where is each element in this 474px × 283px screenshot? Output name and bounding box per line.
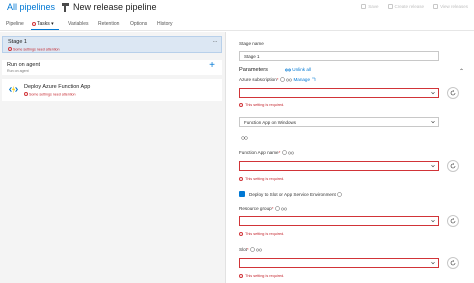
active-tab-indicator	[31, 29, 59, 30]
info-icon[interactable]	[275, 206, 280, 212]
view-releases-button[interactable]: View releases	[433, 4, 468, 9]
stage-settings-panel: Stage name Stage 1 Parameters Unlink all…	[227, 32, 474, 283]
task-item-deploy-function-app[interactable]: Deploy Azure Function App Some settings …	[2, 79, 222, 101]
resource-group-select[interactable]	[239, 216, 439, 226]
unlink-all-link[interactable]: Unlink all	[285, 67, 311, 72]
add-task-plus-icon[interactable]: +	[209, 61, 215, 71]
refresh-resource-group-button[interactable]	[447, 215, 459, 227]
tab-history[interactable]: History	[157, 21, 173, 27]
slot-error: This setting is required.	[239, 274, 284, 278]
azure-functions-icon	[9, 85, 18, 94]
link-icon[interactable]	[286, 78, 293, 82]
info-icon[interactable]	[281, 150, 287, 156]
deploy-slot-label: Deploy to Slot or App Service Environmen…	[249, 192, 342, 198]
agent-job-item[interactable]: Run on agent Run on agent +	[2, 60, 222, 75]
refresh-icon	[450, 260, 456, 266]
error-icon	[239, 232, 243, 236]
chevron-down-icon	[431, 164, 435, 168]
resource-group-error: This setting is required.	[239, 232, 284, 236]
slot-select[interactable]	[239, 258, 439, 268]
error-icon	[239, 177, 243, 181]
stage-warning: Some settings need attention	[8, 47, 60, 52]
list-icon	[433, 4, 439, 9]
chevron-down-icon	[431, 261, 435, 265]
stage-name-label: Stage name	[239, 41, 264, 46]
error-icon	[239, 103, 243, 107]
stage-name-input[interactable]: Stage 1	[239, 51, 439, 61]
toolbar: Save Create release View releases	[361, 4, 468, 9]
agent-job-subtitle: Run on agent	[7, 69, 29, 73]
resource-group-label: Resource group*	[239, 206, 287, 212]
refresh-subscription-button[interactable]	[447, 87, 459, 99]
tab-tasks[interactable]: Tasks ▾	[32, 21, 54, 27]
more-options-icon[interactable]: ···	[213, 39, 218, 45]
warning-icon	[8, 47, 12, 51]
stage-title: Stage 1	[8, 39, 27, 45]
app-type-select[interactable]: Function App on Windows	[239, 117, 439, 127]
checkmark-icon	[239, 199, 245, 203]
info-icon[interactable]	[337, 192, 342, 198]
function-app-name-label: Function App name*	[239, 150, 294, 156]
tab-options[interactable]: Options	[130, 21, 147, 27]
refresh-icon	[450, 218, 456, 224]
info-icon[interactable]	[250, 247, 255, 253]
collapse-chevron-icon[interactable]: ⌃	[459, 68, 464, 75]
parameters-header: Parameters	[239, 67, 268, 73]
subscription-error: This setting is required.	[239, 103, 284, 107]
save-icon	[361, 4, 367, 9]
tab-variables[interactable]: Variables	[68, 21, 88, 27]
refresh-function-app-button[interactable]	[447, 160, 459, 172]
manage-link[interactable]: Manage	[293, 77, 310, 82]
tab-retention[interactable]: Retention	[98, 21, 119, 27]
azure-subscription-label: Azure subscription* Manage	[239, 77, 316, 83]
link-icon[interactable]	[256, 248, 263, 252]
unlink-icon	[285, 68, 291, 72]
external-link-icon	[312, 78, 316, 82]
function-app-error: This setting is required.	[239, 177, 284, 181]
agent-job-title: Run on agent	[7, 62, 41, 68]
slot-label: Slot*	[239, 247, 263, 253]
tab-bar: Pipeline Tasks ▾ Variables Retention Opt…	[0, 17, 474, 31]
refresh-icon	[450, 163, 456, 169]
function-app-name-select[interactable]	[239, 161, 439, 171]
link-icon[interactable]	[241, 136, 248, 140]
warning-icon	[32, 21, 36, 26]
task-warning: Some settings need attention	[24, 92, 76, 97]
chevron-down-icon	[431, 219, 435, 223]
pipeline-icon	[62, 3, 69, 12]
task-title: Deploy Azure Function App	[24, 84, 91, 90]
chevron-down-icon	[431, 91, 435, 95]
chevron-down-icon	[431, 120, 435, 124]
create-release-button[interactable]: Create release	[387, 4, 424, 9]
error-icon	[239, 274, 243, 278]
link-icon[interactable]	[288, 151, 294, 155]
azure-subscription-select[interactable]	[239, 88, 439, 98]
warning-icon	[24, 92, 28, 96]
page-title[interactable]: New release pipeline	[73, 2, 157, 12]
plus-icon	[387, 4, 393, 9]
refresh-slot-button[interactable]	[447, 257, 459, 269]
breadcrumb-all-pipelines[interactable]: All pipelines	[7, 2, 55, 12]
header-bar: All pipelines New release pipeline Save …	[0, 0, 474, 18]
info-icon[interactable]	[280, 77, 285, 83]
save-button[interactable]: Save	[361, 4, 379, 9]
link-icon[interactable]	[281, 207, 287, 211]
refresh-icon	[450, 90, 456, 96]
tab-pipeline[interactable]: Pipeline	[6, 21, 24, 27]
deploy-slot-checkbox[interactable]	[239, 191, 245, 203]
stage-item[interactable]: Stage 1 Some settings need attention ···	[2, 36, 222, 53]
tasks-panel: Stage 1 Some settings need attention ···…	[0, 32, 226, 283]
